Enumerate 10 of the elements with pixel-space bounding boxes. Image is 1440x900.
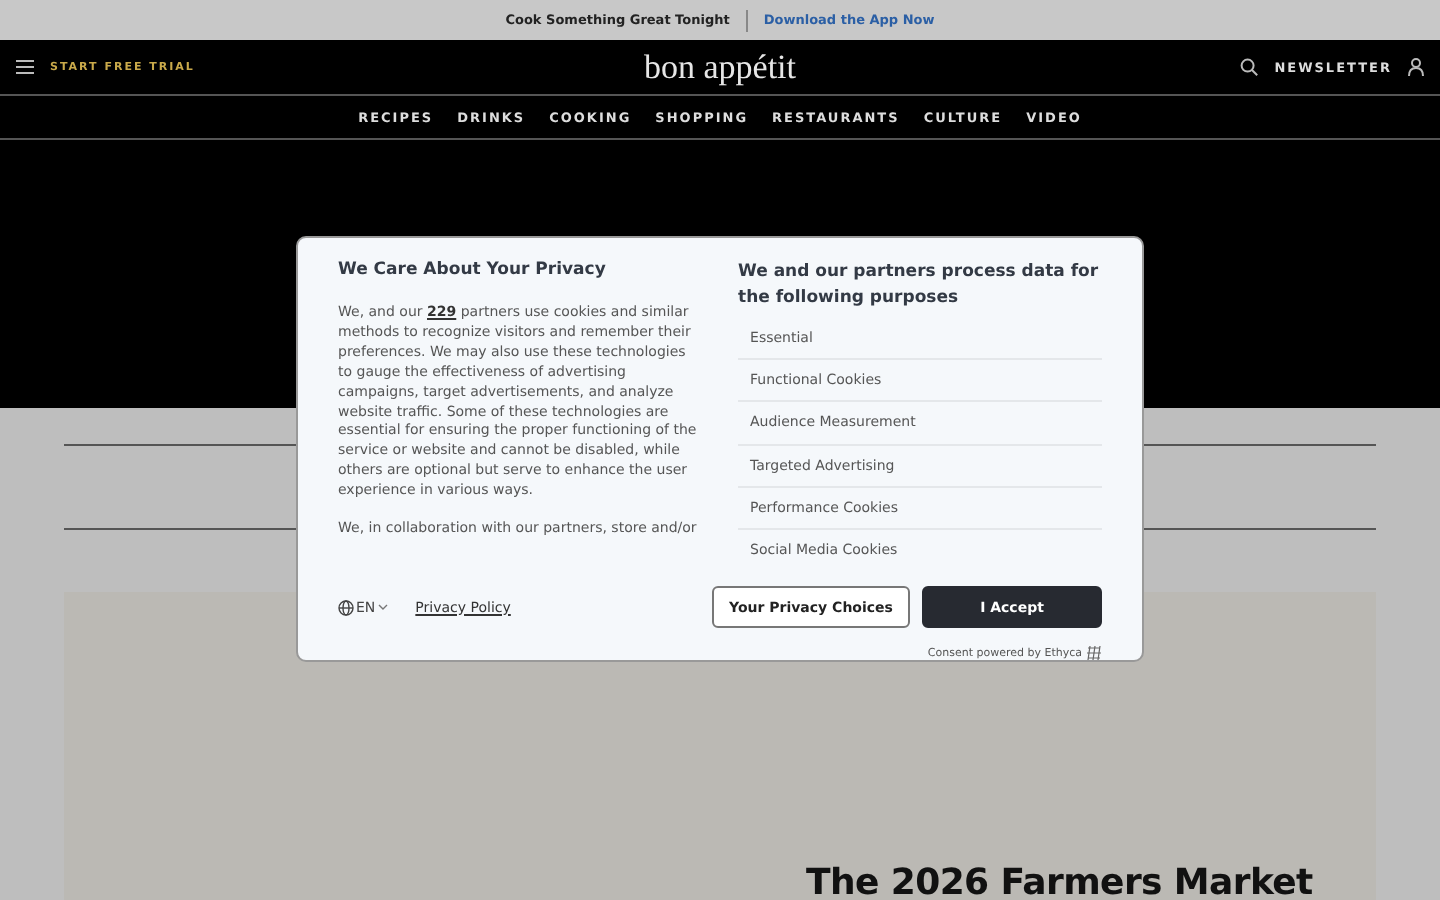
purposes-title: We and our partners process data for the following purposes [738,260,1101,310]
search-icon[interactable] [1240,58,1259,76]
menu-icon[interactable] [16,60,34,74]
ethyca-logo-icon [1086,646,1102,660]
dialog-title: We Care About Your Privacy [338,260,608,280]
article-title[interactable]: The 2026 Farmers Market [806,858,1313,900]
globe-icon [338,599,354,615]
site-logo[interactable]: bon appétit [643,47,796,87]
caret-icon [377,604,388,610]
user-icon[interactable] [1407,58,1424,76]
